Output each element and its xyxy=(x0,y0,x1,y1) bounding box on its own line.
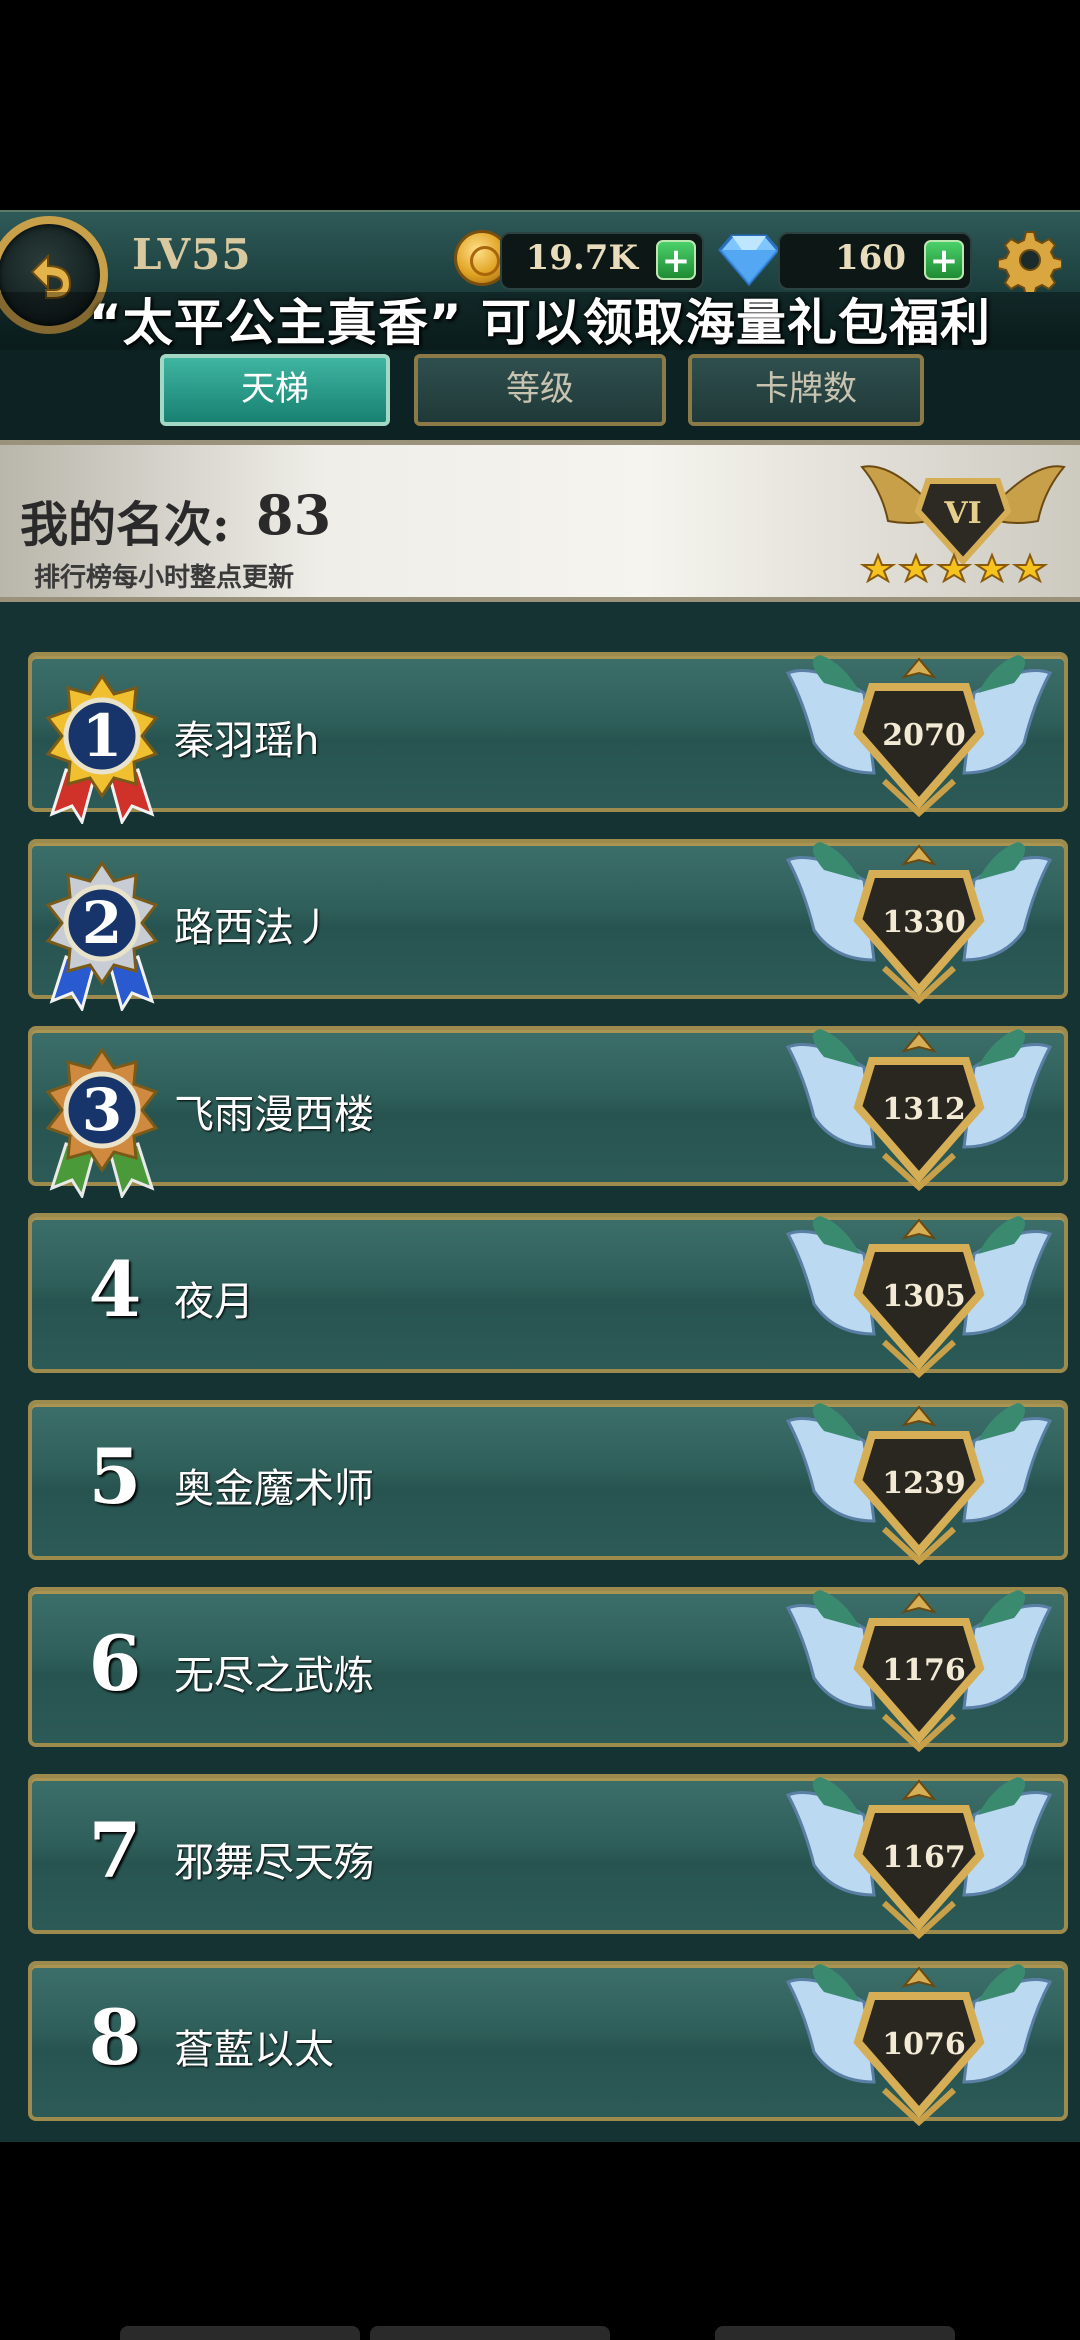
rank-score: 1239 xyxy=(882,1466,966,1501)
player-name: 邪舞尽天殇 xyxy=(174,1840,374,1886)
player-name: 路西法丿 xyxy=(174,905,334,951)
rank-score: 1076 xyxy=(882,2027,966,2062)
leaderboard-row[interactable]: 1 秦羽瑶h 2070 xyxy=(28,652,1068,824)
tab-bar: 天梯 等级 卡牌数 xyxy=(0,350,1080,440)
coin-amount: 19.7K xyxy=(525,238,638,278)
player-name: 飞雨漫西楼 xyxy=(174,1092,374,1138)
leaderboard-row[interactable]: 2 路西法丿 1330 xyxy=(28,839,1068,1011)
tab-level[interactable]: 等级 xyxy=(414,354,666,426)
leaderboard-row[interactable]: 5 奥金魔术师 1239 xyxy=(28,1400,1068,1566)
gem-amount: 160 xyxy=(835,238,906,278)
rank-score: 1305 xyxy=(882,1279,966,1314)
rank-score: 1167 xyxy=(882,1840,966,1875)
rank-number: 2 xyxy=(82,889,122,957)
rank-number: 4 xyxy=(88,1245,142,1334)
rank-score: 1176 xyxy=(882,1653,966,1688)
leaderboard-row[interactable]: 6 无尽之武炼 1176 xyxy=(28,1587,1068,1753)
rank-score: 1312 xyxy=(882,1092,966,1127)
leaderboard-row[interactable]: 8 蒼藍以太 1076 xyxy=(28,1961,1068,2127)
player-name: 蒼藍以太 xyxy=(174,2027,334,2073)
rank-score: 2070 xyxy=(882,718,966,753)
player-name: 秦羽瑶h xyxy=(174,718,320,764)
announcement-text: “太平公主真香” 可以领取海量礼包福利 xyxy=(88,294,992,352)
my-rank-label: 我的名次: xyxy=(20,497,230,553)
rank-medal-icon: 2 xyxy=(45,861,159,1011)
announcement-banner: “太平公主真香” 可以领取海量礼包福利 xyxy=(0,292,1080,354)
update-note: 排行榜每小时整点更新 xyxy=(34,563,295,593)
add-gems-button[interactable]: + xyxy=(924,240,964,280)
rank-medal-icon: 1 xyxy=(45,674,159,824)
tab-card-count[interactable]: 卡牌数 xyxy=(688,354,924,426)
rank-score: 1330 xyxy=(882,905,966,940)
rank-number: 7 xyxy=(88,1806,142,1895)
bottom-tab-2[interactable] xyxy=(370,2326,610,2340)
rank-number: 5 xyxy=(88,1432,142,1521)
player-name: 无尽之武炼 xyxy=(174,1653,374,1699)
gear-icon[interactable] xyxy=(998,228,1062,292)
rank-number: 8 xyxy=(88,1993,142,2082)
bottom-bar xyxy=(0,2142,1080,2340)
tab-ladder[interactable]: 天梯 xyxy=(160,354,390,426)
coin-counter: 19.7K + xyxy=(500,232,704,290)
leaderboard-row[interactable]: 3 飞雨漫西楼 1312 xyxy=(28,1026,1068,1198)
player-level: LV55 xyxy=(132,230,252,279)
my-rank-panel: 我的名次: 83 排行榜每小时整点更新 VI xyxy=(0,440,1080,602)
player-name: 夜月 xyxy=(174,1279,254,1325)
bottom-tab-1[interactable] xyxy=(120,2326,360,2340)
tier-label: VI xyxy=(943,496,981,531)
add-coins-button[interactable]: + xyxy=(656,240,696,280)
rank-number: 6 xyxy=(88,1619,142,1708)
rank-number: 1 xyxy=(82,702,122,770)
leaderboard-row[interactable]: 7 邪舞尽天殇 1167 xyxy=(28,1774,1068,1940)
leaderboard-row[interactable]: 4 夜月 1305 xyxy=(28,1213,1068,1379)
my-rank-value: 83 xyxy=(256,483,332,547)
tier-badge-icon: VI xyxy=(859,465,1066,583)
diamond-icon xyxy=(718,234,780,286)
player-name: 奥金魔术师 xyxy=(174,1466,374,1512)
rank-number: 3 xyxy=(82,1076,122,1144)
gem-counter: 160 + xyxy=(778,232,972,290)
bottom-tab-3[interactable] xyxy=(715,2326,955,2340)
rank-medal-icon: 3 xyxy=(45,1048,159,1198)
